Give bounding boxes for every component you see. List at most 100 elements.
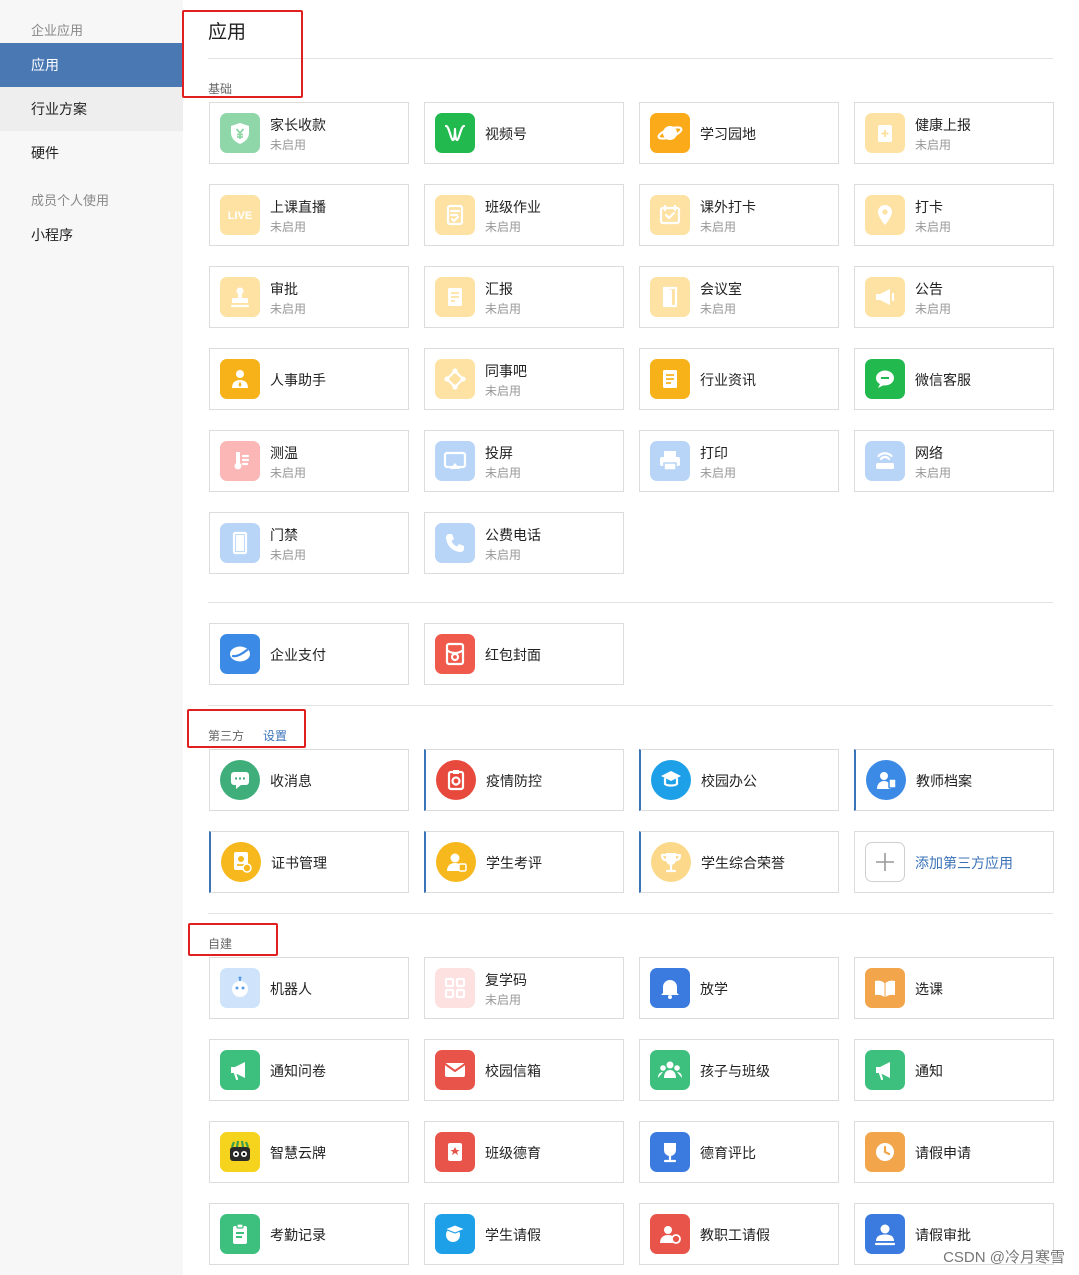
third-party-settings-link[interactable]: 设置 — [263, 727, 287, 744]
app-card[interactable]: 教师档案 — [854, 749, 1054, 811]
app-name: 同事吧 — [485, 363, 527, 379]
app-card[interactable]: 学生综合荣誉 — [639, 831, 839, 893]
app-card[interactable]: 行业资讯 — [639, 348, 839, 410]
app-card[interactable]: 选课 — [854, 957, 1054, 1019]
app-name: 复学码 — [485, 972, 527, 988]
app-card[interactable]: 投屏 未启用 — [424, 430, 624, 492]
app-card[interactable]: 打卡 未启用 — [854, 184, 1054, 246]
app-card[interactable]: 机器人 — [209, 957, 409, 1019]
app-card[interactable]: 审批 未启用 — [209, 266, 409, 328]
app-card[interactable]: 健康上报 未启用 — [854, 102, 1054, 164]
app-name: 机器人 — [270, 981, 312, 997]
divider — [208, 58, 1053, 59]
app-card[interactable]: 课外打卡 未启用 — [639, 184, 839, 246]
app-card[interactable]: 收消息 — [209, 749, 409, 811]
highlight-box — [187, 709, 306, 748]
app-name: 微信客服 — [915, 372, 971, 388]
news-doc-icon — [650, 359, 690, 399]
app-status: 未启用 — [915, 302, 952, 316]
app-status: 未启用 — [270, 302, 307, 316]
app-card[interactable]: 公费电话 未启用 — [424, 512, 624, 574]
app-card[interactable]: 德育评比 — [639, 1121, 839, 1183]
app-card[interactable]: 红包封面 — [424, 623, 624, 685]
app-card[interactable]: 通知问卷 — [209, 1039, 409, 1101]
staff-leave-icon — [650, 1214, 690, 1254]
app-card[interactable]: 会议室 未启用 — [639, 266, 839, 328]
app-card[interactable]: 企业支付 — [209, 623, 409, 685]
app-name: 班级作业 — [485, 199, 541, 215]
app-card[interactable]: 考勤记录 — [209, 1203, 409, 1265]
app-card[interactable]: 测温 未启用 — [209, 430, 409, 492]
app-card[interactable]: 微信客服 — [854, 348, 1054, 410]
app-card[interactable]: 打印 未启用 — [639, 430, 839, 492]
person-tie-icon — [220, 359, 260, 399]
app-card[interactable]: 学习园地 — [639, 102, 839, 164]
moral-badge-icon — [435, 1132, 475, 1172]
app-name: 德育评比 — [700, 1145, 756, 1161]
sidebar-item-mini-program[interactable]: 小程序 — [0, 213, 183, 257]
app-card[interactable]: 人事助手 — [209, 348, 409, 410]
app-name: 智慧云牌 — [270, 1145, 326, 1161]
app-card[interactable]: 添加第三方应用 — [854, 831, 1054, 893]
app-card[interactable]: 智慧云牌 — [209, 1121, 409, 1183]
location-pin-icon — [865, 195, 905, 235]
app-card[interactable]: 教职工请假 — [639, 1203, 839, 1265]
app-name: 公费电话 — [485, 527, 541, 543]
app-card[interactable]: 校园办公 — [639, 749, 839, 811]
app-card[interactable]: 公告 未启用 — [854, 266, 1054, 328]
app-status: 未启用 — [485, 548, 522, 562]
app-card[interactable]: 视频号 — [424, 102, 624, 164]
app-card[interactable]: 孩子与班级 — [639, 1039, 839, 1101]
app-name: 教师档案 — [916, 773, 972, 789]
sidebar: 企业应用 应用 行业方案 硬件 成员个人使用 小程序 — [0, 0, 183, 1275]
group-icon — [650, 1050, 690, 1090]
app-card[interactable]: LIVE 上课直播 未启用 — [209, 184, 409, 246]
clipboard-icon — [220, 1214, 260, 1254]
sidebar-item-apps[interactable]: 应用 — [0, 43, 183, 87]
app-name: 学生考评 — [486, 855, 542, 871]
app-card[interactable]: 放学 — [639, 957, 839, 1019]
app-card[interactable]: 网络 未启用 — [854, 430, 1054, 492]
app-name: 人事助手 — [270, 372, 326, 388]
main-content: 应用 基础 家长收款 未启用 视频号 学习园地 健康上报 未启用 LIVE 上课直播 未启用 班级… — [182, 0, 1079, 1275]
pay-swoosh-icon — [220, 634, 260, 674]
app-name: 投屏 — [485, 445, 513, 461]
sidebar-item-hardware[interactable]: 硬件 — [0, 131, 183, 175]
app-card[interactable]: 证书管理 — [209, 831, 409, 893]
certificate-icon — [221, 842, 261, 882]
app-card[interactable]: 学生考评 — [424, 831, 624, 893]
app-card[interactable]: 家长收款 未启用 — [209, 102, 409, 164]
app-name: 汇报 — [485, 281, 513, 297]
app-card[interactable]: 疫情防控 — [424, 749, 624, 811]
app-card[interactable]: 同事吧 未启用 — [424, 348, 624, 410]
sidebar-item-industry-solutions[interactable]: 行业方案 — [0, 87, 183, 131]
app-name: 班级德育 — [485, 1145, 541, 1161]
app-name: 打印 — [700, 445, 728, 461]
app-name: 选课 — [915, 981, 943, 997]
app-name: 孩子与班级 — [700, 1063, 770, 1079]
app-card[interactable]: 请假申请 — [854, 1121, 1054, 1183]
app-card[interactable]: 门禁 未启用 — [209, 512, 409, 574]
app-card[interactable]: 校园信箱 — [424, 1039, 624, 1101]
app-card[interactable]: 学生请假 — [424, 1203, 624, 1265]
app-status: 未启用 — [915, 220, 952, 234]
app-status: 未启用 — [270, 138, 307, 152]
sidebar-group-personal-use: 成员个人使用 — [31, 193, 110, 208]
app-card[interactable]: 班级德育 — [424, 1121, 624, 1183]
check-calendar-icon — [650, 195, 690, 235]
cast-screen-icon — [435, 441, 475, 481]
app-status: 未启用 — [485, 466, 522, 480]
app-name: 添加第三方应用 — [915, 855, 1013, 871]
app-name: 课外打卡 — [700, 199, 756, 215]
app-name: 学生请假 — [485, 1227, 541, 1243]
app-card[interactable]: 汇报 未启用 — [424, 266, 624, 328]
app-name: 上课直播 — [270, 199, 326, 215]
message-icon — [220, 760, 260, 800]
app-card[interactable]: 通知 — [854, 1039, 1054, 1101]
app-card[interactable]: 班级作业 未启用 — [424, 184, 624, 246]
cup-icon — [650, 1132, 690, 1172]
notice-horn-icon — [865, 1050, 905, 1090]
section-label-custom: 自建 — [208, 937, 233, 951]
app-name: 校园办公 — [701, 773, 757, 789]
app-card[interactable]: 复学码 未启用 — [424, 957, 624, 1019]
